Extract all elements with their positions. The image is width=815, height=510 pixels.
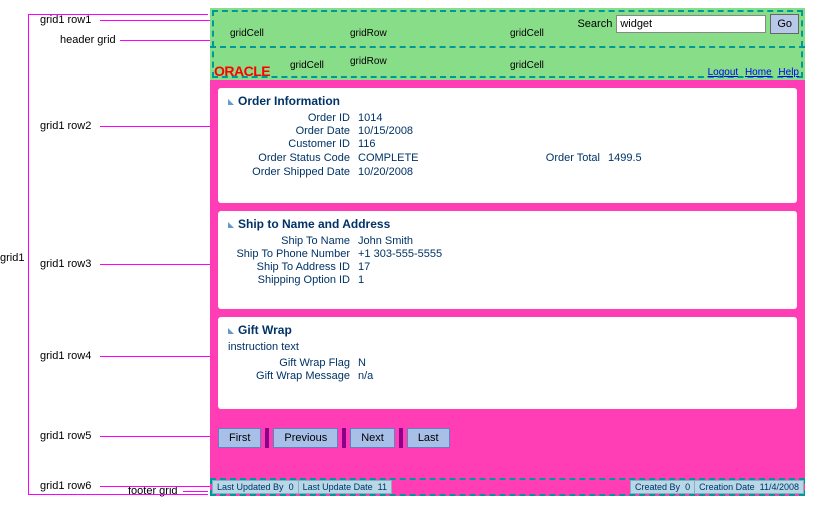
field-value: COMPLETE [358, 152, 419, 164]
field-value: 17 [358, 261, 370, 273]
grid-cell: gridCell [230, 28, 264, 39]
grid-cell: gridCell [510, 60, 544, 71]
field-label: Ship To Name [228, 235, 358, 247]
label-row1: grid1 row1 [40, 14, 91, 26]
grid1: gridCell gridRow gridCell gridCell gridR… [210, 8, 805, 496]
field-value: 1014 [358, 112, 382, 124]
label-row5: grid1 row5 [40, 430, 91, 442]
last-button[interactable]: Last [407, 428, 450, 448]
footer-cell: Last Update Date 11 [298, 480, 392, 494]
nav-row: First Previous Next Last [218, 428, 450, 448]
field-label: Order Status Code [228, 152, 358, 164]
label-row3: grid1 row3 [40, 258, 91, 270]
disclosure-icon[interactable] [228, 328, 234, 334]
search-input[interactable] [616, 15, 766, 33]
header-links: Logout Home Help [704, 67, 799, 78]
field-label: Ship To Address ID [228, 261, 358, 273]
instruction-text: instruction text [228, 341, 787, 353]
field-value: 1 [358, 274, 364, 286]
field-label: Order Shipped Date [228, 166, 358, 178]
field-label: Gift Wrap Message [228, 370, 358, 382]
label-grid1: grid1 [0, 252, 24, 264]
brand-logo: ORACLE [214, 63, 270, 79]
field-value: 116 [358, 138, 376, 150]
order-panel: Order Information Order ID1014 Order Dat… [218, 88, 797, 203]
field-value: John Smith [358, 235, 413, 247]
field-value: N [358, 357, 366, 369]
field-label: Gift Wrap Flag [228, 357, 358, 369]
field-label: Order Date [228, 125, 358, 137]
field-label: Order Total [528, 152, 608, 164]
label-row6: grid1 row6 [40, 480, 91, 492]
gift-panel: Gift Wrap instruction text Gift Wrap Fla… [218, 317, 797, 409]
field-value: 1499.5 [608, 152, 642, 164]
grid-cell: gridCell [290, 60, 324, 71]
field-label: Customer ID [228, 138, 358, 150]
field-value: +1 303-555-5555 [358, 248, 442, 260]
disclosure-icon[interactable] [228, 99, 234, 105]
disclosure-icon[interactable] [228, 222, 234, 228]
label-row4: grid1 row4 [40, 350, 91, 362]
previous-button[interactable]: Previous [273, 428, 338, 448]
first-button[interactable]: First [218, 428, 261, 448]
field-value: n/a [358, 370, 373, 382]
grid-cell: gridCell [510, 28, 544, 39]
home-link[interactable]: Home [745, 67, 772, 78]
ship-panel: Ship to Name and Address Ship To NameJoh… [218, 211, 797, 309]
panel-title: Gift Wrap [238, 323, 292, 337]
label-row2: grid1 row2 [40, 120, 91, 132]
field-value: 10/15/2008 [358, 125, 413, 137]
label-header-grid: header grid [60, 34, 116, 46]
footer-grid: Last Updated By 0 Last Update Date 11 Cr… [210, 480, 805, 496]
footer-cell: Created By 0 [630, 480, 695, 494]
panel-title: Ship to Name and Address [238, 217, 390, 231]
header-grid: gridCell gridRow gridCell gridCell gridR… [210, 8, 805, 80]
search-label: Search [577, 18, 612, 30]
field-value: 10/20/2008 [358, 166, 413, 178]
field-label: Ship To Phone Number [228, 248, 358, 260]
logout-link[interactable]: Logout [708, 67, 739, 78]
panel-title: Order Information [238, 94, 340, 108]
footer-cell: Creation Date 11/4/2008 [694, 480, 804, 494]
help-link[interactable]: Help [778, 67, 799, 78]
footer-cell: Last Updated By 0 [212, 480, 299, 494]
field-label: Order ID [228, 112, 358, 124]
next-button[interactable]: Next [350, 428, 395, 448]
go-button[interactable]: Go [770, 14, 799, 34]
field-label: Shipping Option ID [228, 274, 358, 286]
grid-row: gridRow [350, 28, 387, 39]
grid-row: gridRow [350, 56, 387, 67]
